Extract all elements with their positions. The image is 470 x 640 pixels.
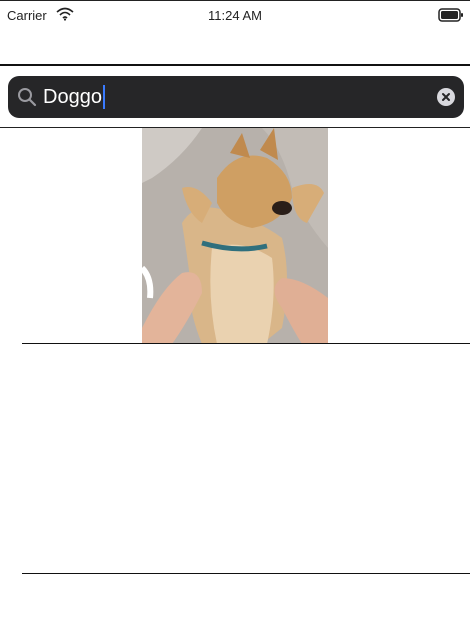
clear-circle-icon <box>442 93 450 101</box>
dog-photo <box>142 128 328 344</box>
search-icon <box>17 87 37 107</box>
search-input-value: Doggo <box>43 85 102 108</box>
row-separator <box>22 573 470 574</box>
battery-icon <box>438 8 464 22</box>
search-field[interactable]: Doggo <box>8 76 464 118</box>
nav-divider <box>0 64 470 66</box>
text-cursor <box>102 85 105 109</box>
result-cell[interactable] <box>0 128 470 344</box>
row-separator <box>22 343 470 344</box>
status-time: 11:24 AM <box>208 8 262 23</box>
search-input[interactable]: Doggo <box>43 85 105 109</box>
clear-search-button[interactable] <box>437 88 455 106</box>
status-bar: Carrier 11:24 AM <box>0 0 470 30</box>
